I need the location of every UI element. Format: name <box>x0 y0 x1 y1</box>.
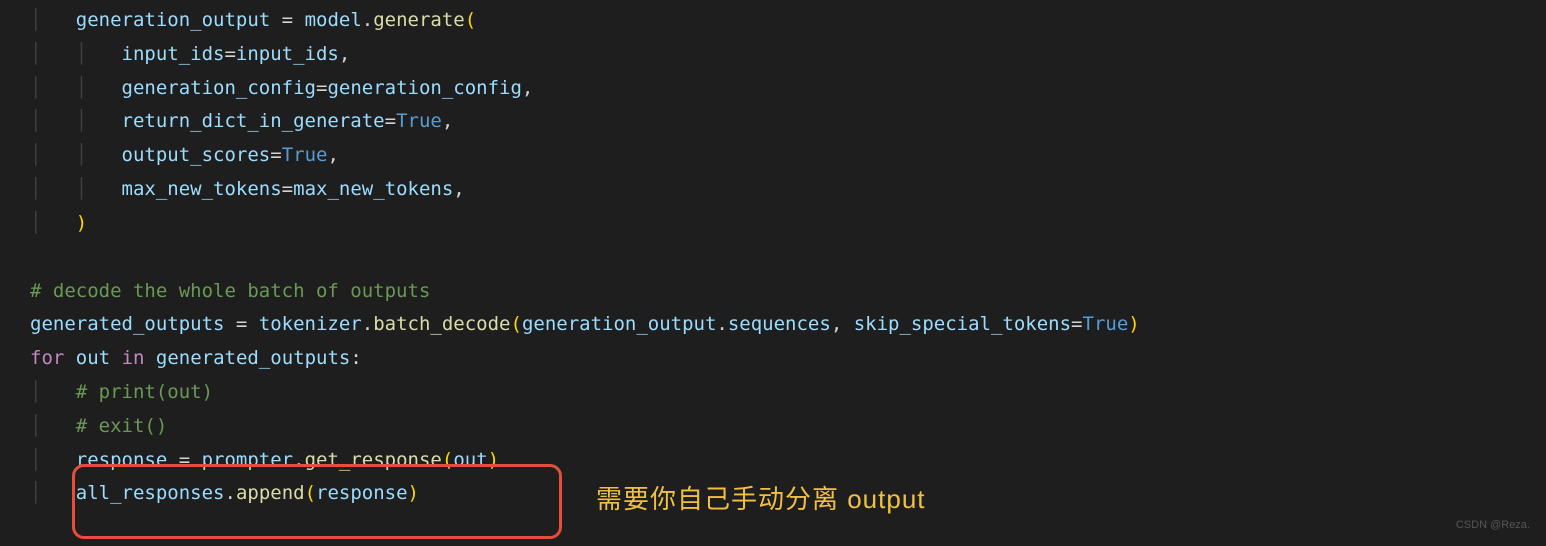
watermark-text: CSDN @Reza. <box>1456 516 1530 536</box>
code-line: │ generation_output = model.generate( <box>30 4 1546 38</box>
annotation-text: 需要你自己手动分离 output <box>596 476 926 522</box>
code-line: │ │ return_dict_in_generate=True, <box>30 105 1546 139</box>
code-line: │ │ input_ids=input_ids, <box>30 38 1546 72</box>
code-line: │ │ generation_config=generation_config, <box>30 72 1546 106</box>
code-line <box>30 241 1546 275</box>
code-line: │ # print(out) <box>30 376 1546 410</box>
code-line: │ │ output_scores=True, <box>30 139 1546 173</box>
code-line: # decode the whole batch of outputs <box>30 275 1546 309</box>
code-line: for out in generated_outputs: <box>30 342 1546 376</box>
code-line: │ response = prompter.get_response(out) <box>30 444 1546 478</box>
code-line: │ │ max_new_tokens=max_new_tokens, <box>30 173 1546 207</box>
code-editor[interactable]: │ generation_output = model.generate( │ … <box>0 0 1546 511</box>
code-line: │ # exit() <box>30 410 1546 444</box>
code-line: generated_outputs = tokenizer.batch_deco… <box>30 308 1546 342</box>
code-line: │ ) <box>30 207 1546 241</box>
